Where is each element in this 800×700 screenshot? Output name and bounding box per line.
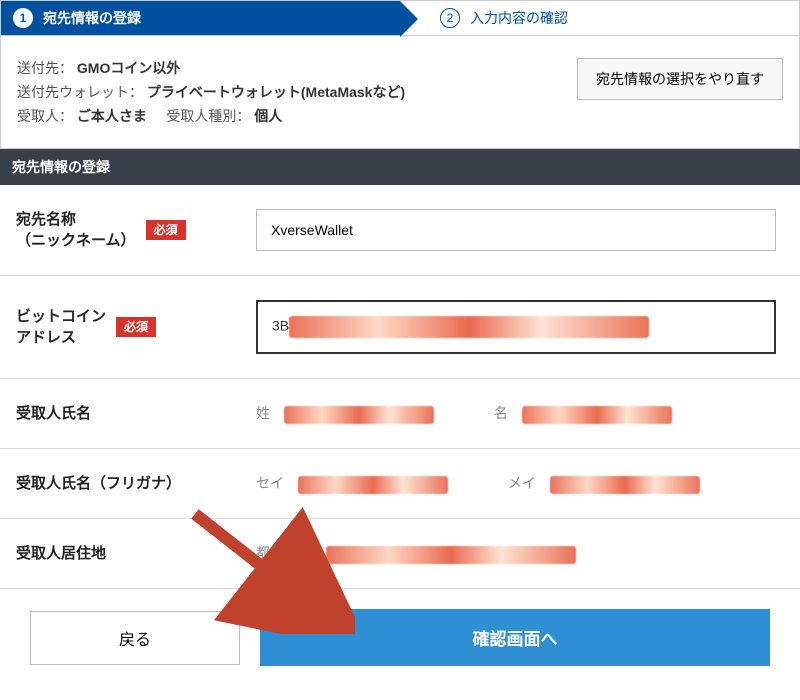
row-recipient-name: 受取人氏名 姓 名 bbox=[0, 379, 800, 449]
redacted-icon bbox=[298, 476, 448, 494]
summary-recipient-type-val: 個人 bbox=[254, 108, 282, 124]
required-badge: 必須 bbox=[146, 220, 186, 241]
btc-address-input[interactable]: 3B bbox=[256, 300, 776, 354]
required-badge: 必須 bbox=[116, 317, 156, 338]
btc-address-label: ビットコイン アドレス bbox=[16, 306, 106, 348]
kana-first-label: メイ bbox=[508, 475, 536, 491]
step-2: 2 入力内容の確認 bbox=[400, 1, 799, 35]
redo-selection-button[interactable]: 宛先情報の選択をやり直す bbox=[577, 58, 783, 100]
summary-recipient-val: ご本人さま bbox=[77, 108, 147, 124]
redacted-icon bbox=[522, 406, 672, 424]
redacted-icon bbox=[284, 406, 434, 424]
summary-recipient-type-key: 受取人種別： bbox=[166, 108, 250, 124]
step-1: 1 宛先情報の登録 bbox=[1, 1, 400, 35]
residence-label: 受取人居住地 bbox=[16, 543, 106, 564]
section-header: 宛先情報の登録 bbox=[0, 149, 800, 185]
recipient-kana-label: 受取人氏名（フリガナ） bbox=[16, 473, 181, 494]
redacted-icon bbox=[550, 476, 700, 494]
row-btc-address: ビットコイン アドレス 必須 3B bbox=[0, 276, 800, 379]
city-label: 都市・州 bbox=[256, 545, 312, 561]
nickname-input[interactable] bbox=[256, 209, 776, 251]
step-1-label: 宛先情報の登録 bbox=[43, 8, 141, 28]
lastname-label: 姓 bbox=[256, 405, 270, 421]
step-bar: 1 宛先情報の登録 2 入力内容の確認 bbox=[0, 0, 800, 36]
redacted-icon bbox=[289, 316, 649, 338]
row-recipient-kana: 受取人氏名（フリガナ） セイ メイ bbox=[0, 449, 800, 519]
btc-address-prefix: 3B bbox=[272, 318, 289, 334]
nickname-label: 宛先名称 （ニックネーム） bbox=[16, 209, 136, 251]
summary-dest-val: GMOコイン以外 bbox=[77, 60, 180, 76]
redacted-icon bbox=[326, 546, 576, 564]
firstname-label: 名 bbox=[494, 405, 508, 421]
confirm-button[interactable]: 確認画面へ bbox=[260, 609, 770, 666]
recipient-name-label: 受取人氏名 bbox=[16, 403, 91, 424]
row-nickname: 宛先名称 （ニックネーム） 必須 bbox=[0, 185, 800, 276]
summary-recipient-key: 受取人： bbox=[17, 108, 73, 124]
step-1-number-icon: 1 bbox=[13, 8, 33, 28]
summary-wallet-key: 送付先ウォレット： bbox=[17, 84, 143, 100]
summary-wallet-val: プライベートウォレット(MetaMaskなど) bbox=[147, 84, 405, 100]
step-2-number-icon: 2 bbox=[440, 8, 460, 28]
kana-last-label: セイ bbox=[256, 475, 284, 491]
step-2-label: 入力内容の確認 bbox=[470, 8, 568, 28]
summary-dest-key: 送付先： bbox=[17, 60, 73, 76]
back-button[interactable]: 戻る bbox=[30, 611, 240, 665]
row-residence: 受取人居住地 都市・州 bbox=[0, 519, 800, 589]
summary-box: 送付先： GMOコイン以外 送付先ウォレット： プライベートウォレット(Meta… bbox=[0, 36, 800, 149]
